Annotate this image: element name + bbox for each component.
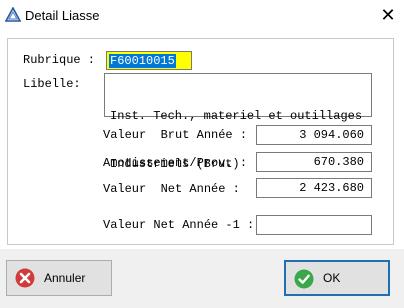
ok-button[interactable]: OK <box>284 260 390 296</box>
annuler-label: Annuler <box>44 271 86 285</box>
net-prev-label: Valeur Net Année -1 : <box>103 218 255 232</box>
rubrique-field[interactable]: F60010015 <box>106 51 192 70</box>
libelle-label: Libelle: <box>23 77 81 91</box>
rubrique-value: F60010015 <box>109 54 176 68</box>
amort-field[interactable]: 670.380 <box>256 152 372 172</box>
brut-label: Valeur Brut Année : <box>103 128 248 142</box>
libelle-line-1: Inst. Tech., materiel et outillages <box>110 109 363 123</box>
app-triangle-icon <box>5 7 21 22</box>
window-title: Detail Liasse <box>25 8 100 23</box>
libelle-field[interactable]: Inst. Tech., materiel et outillages Indu… <box>104 73 372 171</box>
brut-field[interactable]: 3 094.060 <box>256 125 372 145</box>
annuler-button[interactable]: Annuler <box>6 260 112 296</box>
net-prev-field[interactable] <box>256 215 372 235</box>
net-field[interactable]: 2 423.680 <box>256 178 372 198</box>
check-icon <box>294 269 314 289</box>
rubrique-label: Rubrique : <box>23 53 96 67</box>
close-button[interactable]: ✕ <box>374 2 402 28</box>
cancel-x-icon <box>15 268 35 288</box>
title-bar: Detail Liasse ✕ <box>0 0 404 32</box>
net-label: Valeur Net Année : <box>103 182 240 196</box>
ok-label: OK <box>323 271 341 285</box>
amort-label: Amotissement/Prov. : <box>103 156 248 170</box>
